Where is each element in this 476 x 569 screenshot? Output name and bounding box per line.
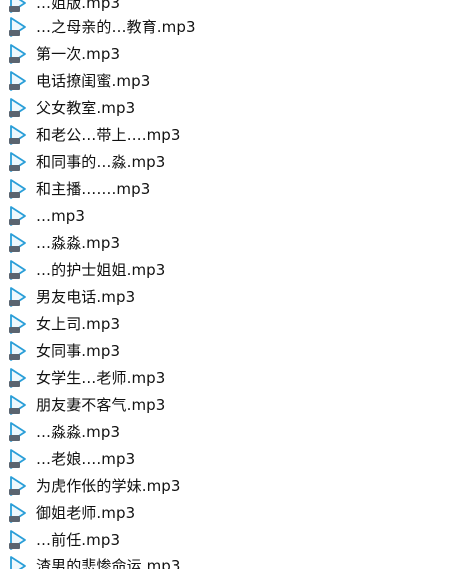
mp3-file-icon [9, 555, 26, 569]
file-list: …姐版.mp3 …之母亲的…教育.mp3 第一次.mp3 电话撩闺蜜.mp3 父… [0, 0, 476, 569]
file-name: 渣男的悲惨命运.mp3 [36, 557, 181, 569]
mp3-file-icon [9, 232, 26, 253]
mp3-file-icon [9, 367, 26, 388]
file-name: …淼淼.mp3 [36, 234, 121, 252]
file-item[interactable]: 为虎作伥的学妹.mp3 [8, 472, 181, 499]
mp3-file-icon [9, 475, 26, 496]
mp3-file-icon [9, 43, 26, 64]
file-name: …前任.mp3 [36, 531, 121, 549]
mp3-file-icon [9, 70, 26, 91]
file-name: 女同事.mp3 [36, 342, 121, 360]
file-item[interactable]: 和主播…….mp3 [8, 175, 150, 202]
file-name: 女上司.mp3 [36, 315, 121, 333]
file-item[interactable]: 朋友妻不客气.mp3 [8, 391, 165, 418]
file-item[interactable]: …淼淼.mp3 [8, 229, 120, 256]
file-item[interactable]: 和同事的…淼.mp3 [8, 148, 165, 175]
file-name: 第一次.mp3 [36, 45, 121, 63]
file-item[interactable]: 电话撩闺蜜.mp3 [8, 67, 150, 94]
mp3-file-icon [9, 421, 26, 442]
mp3-file-icon [9, 448, 26, 469]
mp3-file-icon [9, 313, 26, 334]
file-item[interactable]: …的护士姐姐.mp3 [8, 256, 165, 283]
file-name: 和同事的…淼.mp3 [36, 153, 166, 171]
file-item[interactable]: …老娘….mp3 [8, 445, 135, 472]
file-name: 电话撩闺蜜.mp3 [36, 72, 151, 90]
file-item[interactable]: …之母亲的…教育.mp3 [8, 13, 196, 40]
mp3-file-icon [9, 340, 26, 361]
file-name: …的护士姐姐.mp3 [36, 261, 166, 279]
mp3-file-icon [9, 529, 26, 550]
mp3-file-icon [9, 394, 26, 415]
mp3-file-icon [9, 124, 26, 145]
file-item[interactable]: 第一次.mp3 [8, 40, 120, 67]
file-item[interactable]: 女学生…老师.mp3 [8, 364, 165, 391]
file-item[interactable]: 女同事.mp3 [8, 337, 120, 364]
mp3-file-icon [9, 178, 26, 199]
file-item[interactable]: 女上司.mp3 [8, 310, 120, 337]
file-item[interactable]: 御姐老师.mp3 [8, 499, 135, 526]
mp3-file-icon [9, 502, 26, 523]
mp3-file-icon [9, 286, 26, 307]
file-name: 和主播…….mp3 [36, 180, 151, 198]
file-name: …之母亲的…教育.mp3 [36, 18, 196, 36]
file-name: …老娘….mp3 [36, 450, 136, 468]
file-item[interactable]: 男友电话.mp3 [8, 283, 135, 310]
mp3-file-icon [9, 97, 26, 118]
mp3-file-icon [9, 205, 26, 226]
file-item[interactable]: 和老公…带上….mp3 [8, 121, 181, 148]
file-name: 为虎作伥的学妹.mp3 [36, 477, 181, 495]
file-name: …mp3 [36, 206, 86, 225]
file-name: 男友电话.mp3 [36, 288, 136, 306]
mp3-file-icon [9, 259, 26, 280]
file-item[interactable]: 渣男的悲惨命运.mp3 [8, 552, 181, 569]
file-name: 父女教室.mp3 [36, 99, 136, 117]
file-item[interactable]: 父女教室.mp3 [8, 94, 135, 121]
file-name: 御姐老师.mp3 [36, 504, 136, 522]
file-item[interactable]: …mp3 [8, 202, 85, 229]
mp3-file-icon [9, 151, 26, 172]
file-name: 和老公…带上….mp3 [36, 126, 181, 144]
file-name: 女学生…老师.mp3 [36, 369, 166, 387]
file-name: …淼淼.mp3 [36, 423, 121, 441]
mp3-file-icon [9, 16, 26, 37]
file-name: …姐版.mp3 [36, 0, 121, 12]
file-item[interactable]: …前任.mp3 [8, 526, 120, 553]
mp3-file-icon [9, 0, 26, 13]
file-item[interactable]: …淼淼.mp3 [8, 418, 120, 445]
file-name: 朋友妻不客气.mp3 [36, 396, 166, 414]
